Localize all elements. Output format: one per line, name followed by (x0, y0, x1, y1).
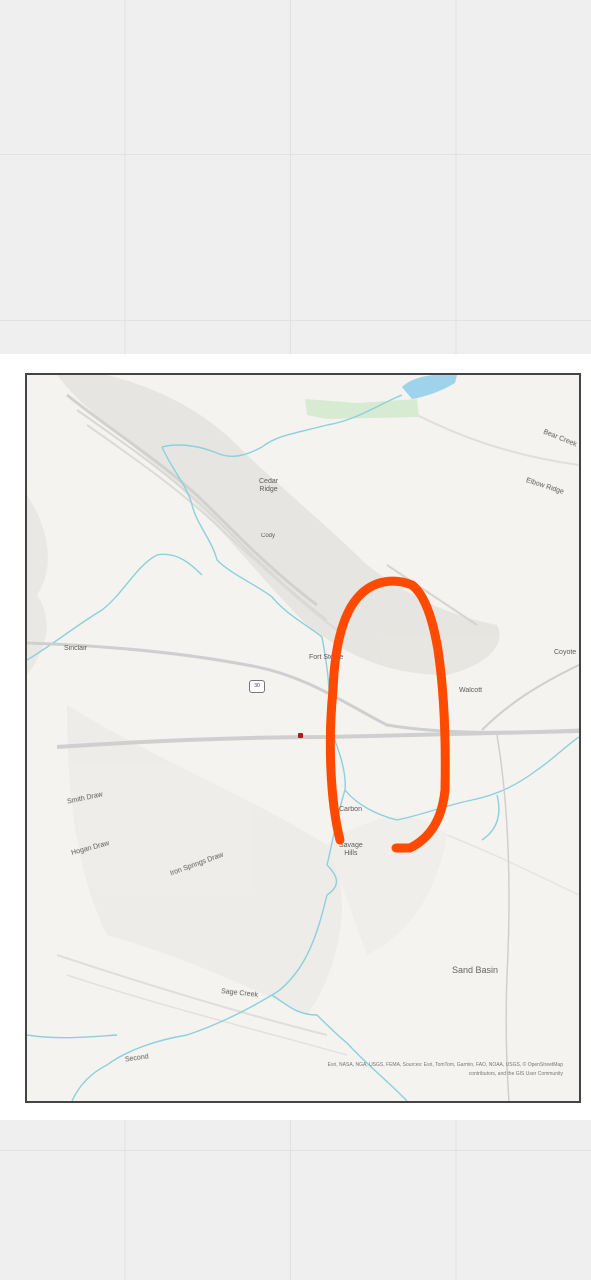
terrain-shading (27, 375, 579, 1056)
location-marker[interactable] (298, 733, 303, 738)
map-frame[interactable]: Cedar Ridge Cody Elbow Ridge Bear Creek … (25, 373, 581, 1103)
label-sinclair: Sinclair (64, 645, 87, 652)
label-carbon: Carbon (339, 806, 362, 813)
label-cedar-ridge: Cedar Ridge (259, 478, 279, 493)
route-shield: 30 (249, 680, 265, 693)
map-attribution: Esri, NASA, NGA, USGS, FEMA, Sources: Es… (327, 1062, 563, 1077)
label-walcott: Walcott (459, 687, 483, 694)
label-savage-hills: Savage Hills (339, 842, 363, 857)
vegetation-area (305, 399, 419, 419)
label-sand-basin: Sand Basin (452, 965, 499, 975)
map-sheet: Cedar Ridge Cody Elbow Ridge Bear Creek … (0, 354, 591, 1120)
label-peak: Cody (261, 533, 276, 539)
label-fort-steele: Fort Steele (309, 654, 344, 661)
lake (402, 375, 457, 399)
basemap (27, 375, 579, 1101)
label-coyote: Coyote (554, 649, 577, 656)
